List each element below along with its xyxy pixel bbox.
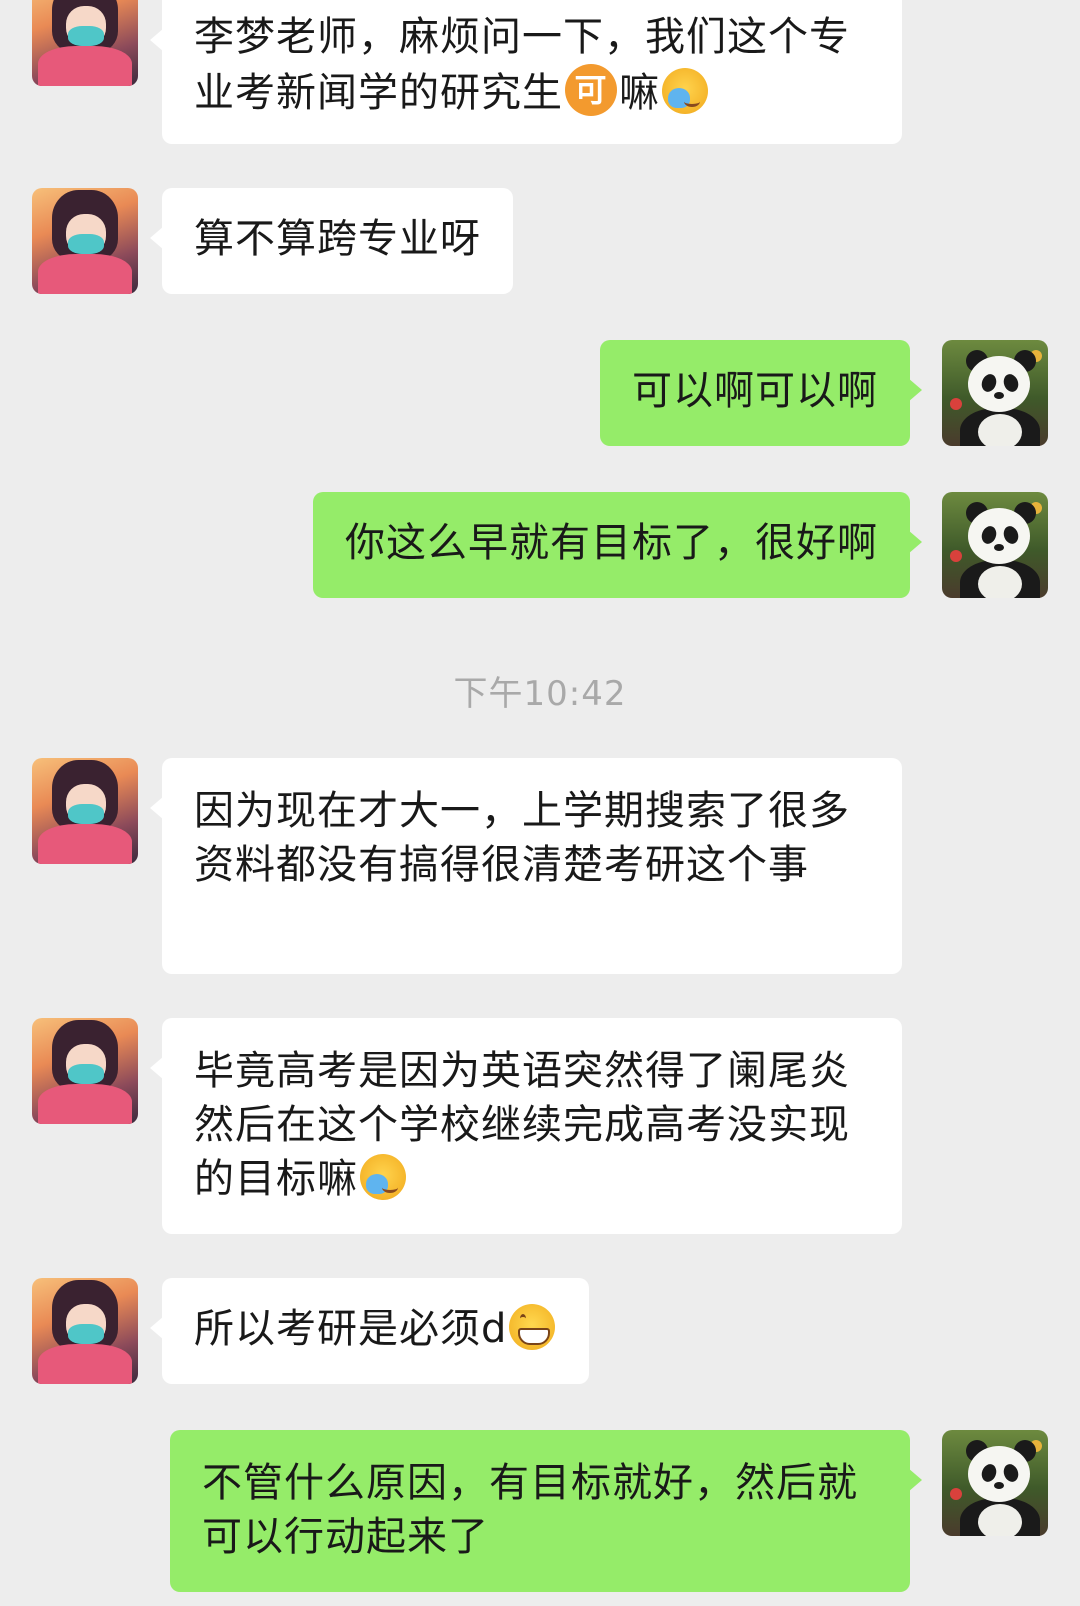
message-bubble[interactable]: 你这么早就有目标了，很好啊 — [313, 492, 922, 598]
message-row-incoming: 算不算跨专业呀 — [0, 188, 1080, 296]
grin-emoji-icon — [509, 1304, 556, 1350]
contact-avatar[interactable] — [32, 758, 138, 864]
message-text: 李梦老师，麻烦问一下，我们这个专业考新闻学的研究生 — [194, 14, 850, 116]
message-bubble[interactable]: 可以啊可以啊 — [600, 340, 922, 446]
message-text: 嘛 — [619, 70, 660, 116]
contact-avatar[interactable] — [32, 188, 138, 294]
message-bubble[interactable]: 李梦老师，麻烦问一下，我们这个专业考新闻学的研究生可嘛 — [150, 0, 902, 144]
message-row-incoming: 因为现在才大一，上学期搜索了很多资料都没有搞得很清楚考研这个事 — [0, 758, 1080, 974]
chat-message-list[interactable]: 李梦老师，麻烦问一下，我们这个专业考新闻学的研究生可嘛 算不算跨专业呀 可以啊可… — [0, 0, 1080, 1606]
message-bubble[interactable]: 因为现在才大一，上学期搜索了很多资料都没有搞得很清楚考研这个事 — [150, 758, 902, 974]
cry-emoji-icon — [360, 1154, 406, 1200]
message-text: 毕竟高考是因为英语突然得了阑尾炎然后在这个学校继续完成高考没实现的目标嘛 — [194, 1048, 850, 1202]
message-text: 因为现在才大一，上学期搜索了很多资料都没有搞得很清楚考研这个事 — [194, 788, 850, 888]
contact-avatar[interactable] — [32, 1018, 138, 1124]
message-text: 你这么早就有目标了，很好啊 — [345, 520, 878, 566]
message-text: 不管什么原因，有目标就好，然后就可以行动起来了 — [202, 1460, 858, 1560]
contact-avatar[interactable] — [32, 0, 138, 86]
message-row-incoming: 所以考研是必须d — [0, 1278, 1080, 1386]
my-avatar[interactable] — [942, 1430, 1048, 1536]
chat-timestamp: 下午10:42 — [453, 674, 627, 714]
message-bubble[interactable]: 不管什么原因，有目标就好，然后就可以行动起来了 — [170, 1430, 922, 1592]
ke-emoji-icon: 可 — [565, 64, 617, 116]
message-bubble[interactable]: 所以考研是必须d — [149, 1278, 590, 1384]
message-bubble[interactable]: 毕竟高考是因为英语突然得了阑尾炎然后在这个学校继续完成高考没实现的目标嘛 — [150, 1018, 902, 1234]
message-row-incoming: 毕竟高考是因为英语突然得了阑尾炎然后在这个学校继续完成高考没实现的目标嘛 — [0, 1018, 1080, 1234]
my-avatar[interactable] — [942, 492, 1048, 598]
my-avatar[interactable] — [942, 340, 1048, 446]
message-row-incoming: 李梦老师，麻烦问一下，我们这个专业考新闻学的研究生可嘛 — [0, 0, 1080, 144]
message-text: 算不算跨专业呀 — [194, 216, 481, 262]
message-row-outgoing: 你这么早就有目标了，很好啊 — [0, 492, 1080, 600]
message-row-outgoing: 不管什么原因，有目标就好，然后就可以行动起来了 — [0, 1430, 1080, 1592]
message-text: 可以啊可以啊 — [632, 368, 878, 414]
contact-avatar[interactable] — [32, 1278, 138, 1384]
message-row-outgoing: 可以啊可以啊 — [0, 340, 1080, 448]
message-text: 所以考研是必须d — [194, 1306, 508, 1352]
message-bubble[interactable]: 算不算跨专业呀 — [150, 188, 513, 294]
cry-emoji-icon — [662, 68, 708, 114]
